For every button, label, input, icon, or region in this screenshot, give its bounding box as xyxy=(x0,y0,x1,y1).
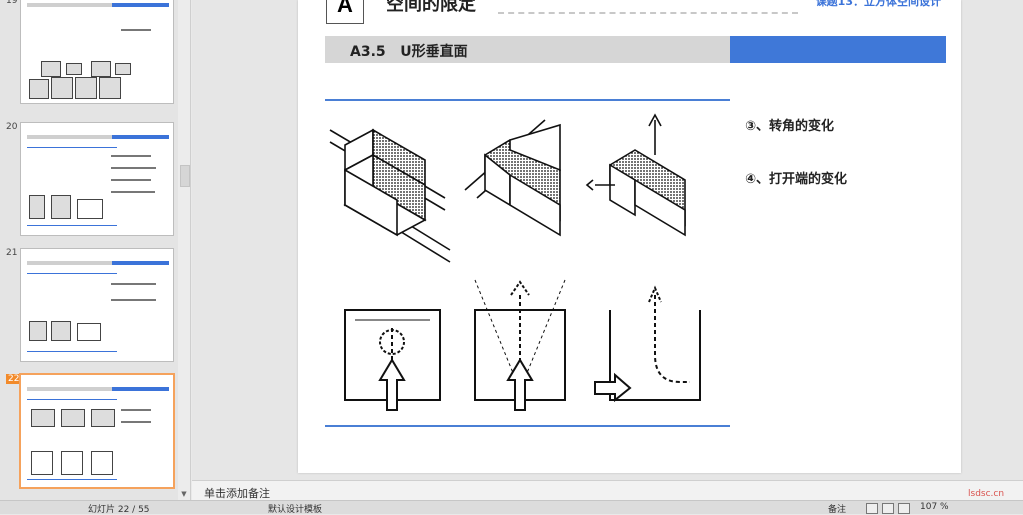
thumbnail-rule xyxy=(27,147,117,148)
slide-letter-box: A xyxy=(326,0,364,24)
thumbnail-text-line xyxy=(111,167,156,169)
thumbnail-figure xyxy=(91,451,113,475)
plan-diagram-2 xyxy=(474,279,566,411)
slide-title: 空间的限定 xyxy=(386,0,476,15)
thumbnail-text-line xyxy=(111,299,156,301)
thumbnail-figure xyxy=(51,321,71,341)
thumbnail-rule xyxy=(27,479,117,480)
scroll-down-arrow-icon[interactable]: ▼ xyxy=(180,490,188,498)
thumbnail-text-line xyxy=(121,409,151,411)
slide-thumbnail-21[interactable] xyxy=(20,248,174,362)
thumbnail-text-line xyxy=(121,421,151,423)
thumbnail-number: 19 xyxy=(6,0,18,6)
slide-thumbnail-panel: 19 20 21 22 xyxy=(0,0,191,500)
thumbnail-text-line xyxy=(111,155,151,157)
thumbnail-figure xyxy=(29,79,49,99)
thumbnail-figure xyxy=(99,77,121,99)
thumbnail-figure xyxy=(31,409,55,427)
thumbnail-scrollbar[interactable] xyxy=(178,0,190,500)
thumbnail-figure xyxy=(66,63,82,75)
thumbnail-figure xyxy=(115,63,131,75)
sketch-corner-recessed xyxy=(464,119,561,237)
thumbnail-figure xyxy=(29,195,45,219)
thumbnail-rule xyxy=(27,351,117,352)
thumbnail-header-bar xyxy=(27,261,169,265)
plan-diagram-1 xyxy=(344,309,441,411)
thumbnail-figure xyxy=(75,77,97,99)
thumbnail-figure xyxy=(29,321,47,341)
figure-bottom-rule xyxy=(325,425,730,427)
thumbnail-text-line xyxy=(121,29,151,31)
thumbnail-figure xyxy=(77,323,101,341)
thumbnail-figure xyxy=(61,409,85,427)
thumbnail-number: 21 xyxy=(6,248,18,258)
thumbnail-text-line xyxy=(111,191,155,193)
sketch-open-end-arrow xyxy=(585,113,686,237)
thumbnail-figure xyxy=(31,451,53,475)
thumbnail-figure xyxy=(91,61,111,77)
course-label: 课题13：立方体空间设计 xyxy=(815,0,941,8)
slide-sorter-icon[interactable] xyxy=(882,503,894,514)
notes-toggle[interactable]: 备注 xyxy=(828,502,846,515)
slide-thumbnail-20[interactable] xyxy=(20,122,174,236)
slide-canvas[interactable]: A 空间的限定 课题13：立方体空间设计 A3.5 U形垂直面 ③、转角的变化 … xyxy=(298,0,961,473)
thumbnail-figure xyxy=(51,195,71,219)
u-shape-sketch-figure xyxy=(329,113,701,411)
title-dashed-divider xyxy=(498,12,798,14)
thumbnail-rule xyxy=(27,225,117,226)
watermark-text: lsdsc.cn xyxy=(968,489,1005,499)
bullet-open-end-variation: ④、打开端的变化 xyxy=(745,172,848,187)
thumbnail-figure xyxy=(51,77,73,99)
thumbnail-rule xyxy=(27,399,117,400)
thumbnail-header-bar xyxy=(27,387,169,391)
section-heading: A3.5 U形垂直面 xyxy=(350,41,468,61)
notes-pane[interactable]: 单击添加备注 xyxy=(192,480,1023,501)
thumbnail-number: 20 xyxy=(6,122,18,132)
reading-view-icon[interactable] xyxy=(898,503,910,514)
thumbnail-rule xyxy=(27,273,117,274)
slide-counter: 幻灯片 22 / 55 xyxy=(88,505,150,515)
thumbnail-text-line xyxy=(111,283,156,285)
thumbnail-figure xyxy=(77,199,103,219)
scrollbar-thumb[interactable] xyxy=(180,165,190,187)
section-id: A3.5 xyxy=(350,44,386,60)
slide-thumbnail-19[interactable] xyxy=(20,0,174,104)
section-header-accent xyxy=(730,36,946,63)
section-title: U形垂直面 xyxy=(400,44,468,60)
plan-diagram-3 xyxy=(594,285,701,403)
thumbnail-figure xyxy=(41,61,61,77)
theme-name[interactable]: 默认设计模板 xyxy=(268,502,322,515)
slide-thumbnail-22-selected[interactable] xyxy=(19,373,175,489)
thumbnail-figure xyxy=(91,409,115,427)
sketch-corner-open xyxy=(329,128,451,263)
thumbnail-text-line xyxy=(111,179,151,181)
normal-view-icon[interactable] xyxy=(866,503,878,514)
bullet-corner-variation: ③、转角的变化 xyxy=(745,119,835,134)
thumbnail-header-bar xyxy=(27,3,169,7)
notes-placeholder[interactable]: 单击添加备注 xyxy=(204,485,270,501)
zoom-level[interactable]: 107 % xyxy=(920,502,949,512)
status-bar: 幻灯片 22 / 55 默认设计模板 备注 107 % lsdsc.cn xyxy=(0,489,1023,515)
thumbnail-header-bar xyxy=(27,135,169,139)
thumbnail-figure xyxy=(61,451,83,475)
figure-top-rule xyxy=(325,99,730,101)
